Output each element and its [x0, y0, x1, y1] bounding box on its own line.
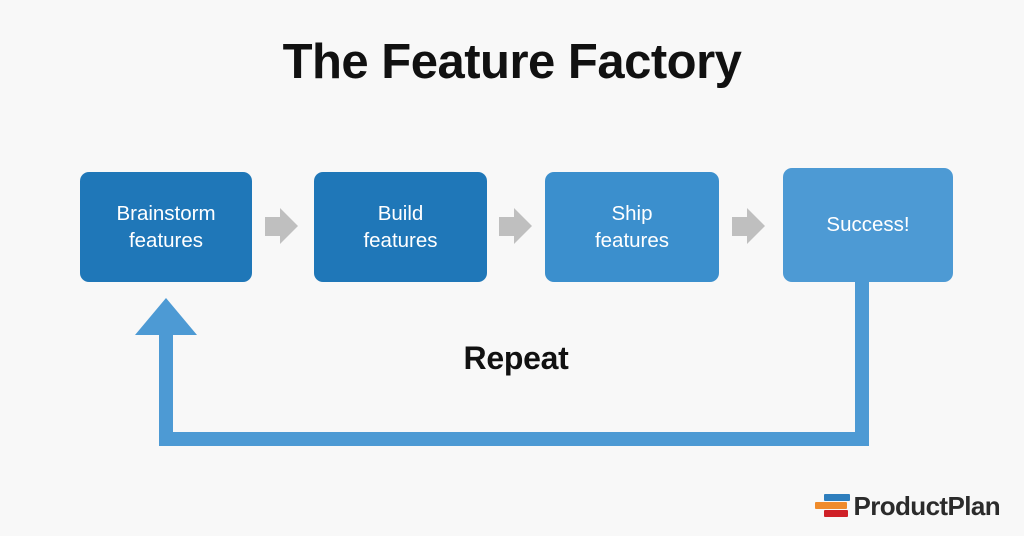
- logo-wordmark: ProductPlan: [853, 491, 1000, 521]
- flow-step-brainstorm: Brainstorm features: [80, 172, 252, 282]
- arrow-head: [747, 208, 765, 244]
- flow-step-build: Build features: [314, 172, 487, 282]
- loop-segment-right: [855, 278, 869, 435]
- loop-label: Repeat: [463, 340, 569, 376]
- logo-bar-middle: [815, 502, 848, 509]
- flow-step-label: Brainstorm features: [116, 200, 215, 254]
- logo-bar-top: [824, 494, 851, 501]
- arrow-right-icon-2: [499, 208, 532, 245]
- arrow-head: [280, 208, 298, 244]
- loop-arrow-up-icon: [135, 298, 197, 335]
- loop-segment-left: [159, 335, 173, 435]
- flow-step-ship: Ship features: [545, 172, 719, 282]
- flow-step-label-line1: Brainstorm: [116, 201, 216, 225]
- arrow-right-icon-3: [732, 208, 765, 245]
- page-title: The Feature Factory: [282, 35, 742, 89]
- flow-step-label-line1: Ship: [611, 201, 653, 225]
- flow-step-label: Success!: [826, 213, 910, 237]
- flow-step-label: Build features: [363, 200, 437, 254]
- flow-step-label-line1: Build: [377, 201, 424, 225]
- logo-bar-bottom: [824, 510, 849, 517]
- flow-step-success: Success!: [783, 168, 953, 282]
- arrow-right-icon-1: [265, 208, 298, 245]
- productplan-logo: ProductPlan: [815, 490, 1001, 522]
- loop-segment-bottom: [159, 432, 869, 446]
- flow-step-label-line2: features: [363, 229, 438, 252]
- flow-step-label-line2: features: [594, 229, 670, 252]
- flow-step-label: Ship features: [595, 200, 669, 254]
- diagram-canvas: The Feature Factory Brainstorm features …: [0, 0, 1024, 536]
- roadmap-bars-icon: [815, 493, 851, 519]
- flow-step-label-line2: features: [128, 229, 204, 252]
- arrow-head: [514, 208, 532, 244]
